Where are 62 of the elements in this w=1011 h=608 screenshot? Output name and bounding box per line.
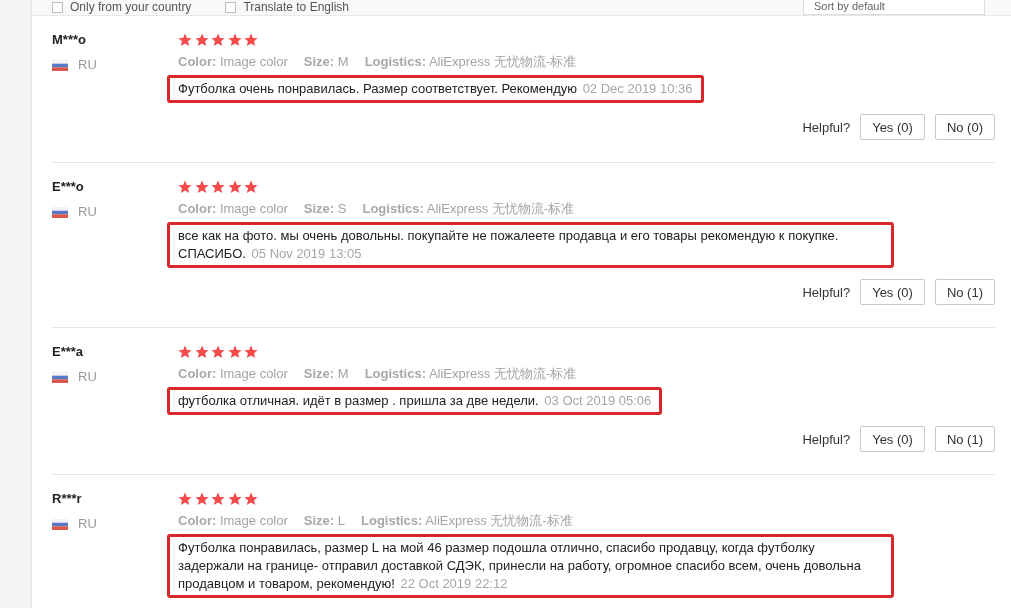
reviewer-name: E***o [52, 179, 85, 195]
order-attribute: Size: M [303, 53, 349, 71]
checkbox-label[interactable]: Translate to English [243, 0, 349, 15]
review-text: все как на фото. мы очень довольны. покупайте не пожалеете продавца и его товары рекомендую к покупке. СПАСИБО. 05 Nov 2019 13:05 [178, 227, 840, 263]
order-attribute: Logistics: AliExpress 无忧物流-标准 [364, 53, 577, 71]
sort-dropdown[interactable]: Sort by default [803, 0, 985, 15]
yes-vote-button[interactable]: Yes (0) [860, 426, 925, 452]
country-code: RU [78, 369, 97, 385]
flag-icon [52, 518, 68, 530]
review-text: Футболка очень понравилась. Размер соответствует. Рекомендую 02 Dec 2019 10:36 [178, 80, 693, 98]
star-icon [211, 345, 225, 359]
star-icon [194, 492, 209, 506]
reviewer-name: E***a [52, 344, 85, 360]
yes-vote-button[interactable]: Yes (0) [860, 279, 925, 305]
helpful-label: Helpful? [802, 284, 851, 300]
star-icon [227, 492, 242, 506]
order-attribute: Size: M [303, 365, 349, 383]
star-icon [194, 33, 209, 47]
flag-icon [52, 371, 68, 383]
order-attribute: Color: Image color [178, 53, 288, 71]
order-attribute: Color: Image color [178, 365, 288, 383]
flag-icon [52, 206, 68, 218]
order-attribute: Size: S [303, 200, 347, 218]
star-icon [244, 492, 258, 506]
checkbox-label[interactable]: Only from your country [70, 0, 192, 15]
no-vote-button[interactable]: No (1) [934, 279, 995, 305]
reviewer-name: R***r [52, 491, 83, 507]
reviewer-name: M***o [52, 32, 87, 48]
no-vote-button[interactable]: No (1) [934, 426, 995, 452]
star-icon [244, 345, 258, 359]
star-icon [244, 180, 258, 194]
star-icon [178, 492, 192, 506]
star-icon [178, 345, 192, 359]
order-attribute: Color: Image color [178, 200, 288, 218]
star-icon [211, 180, 225, 194]
order-attribute: Logistics: AliExpress 无忧物流-标准 [362, 200, 575, 218]
star-icon [244, 33, 258, 47]
checkbox[interactable] [225, 2, 237, 13]
star-icon [194, 345, 209, 359]
order-attribute: Color: Image color [178, 512, 288, 530]
flag-icon [52, 59, 68, 71]
star-icon [178, 180, 192, 194]
order-attribute: Logistics: AliExpress 无忧物流-标准 [364, 365, 577, 383]
star-icon [211, 33, 225, 47]
helpful-label: Helpful? [802, 119, 851, 135]
star-icon [227, 345, 242, 359]
review-text: футболка отличная. идёт в размер . пришла за две недели. 03 Oct 2019 05:06 [178, 392, 652, 410]
star-icon [178, 33, 192, 47]
order-attribute: Size: L [303, 512, 345, 530]
review-text: Футболка понравилась, размер L на мой 46 размер подошла отлично, спасибо продавцу, когда футболку задержали на границе- отправил доставкой СДЭК, принесли на работу, огромное спасибо всем, очень довольна продавцом и товаром, рекомендую! 22 Oct 2019 22:12 [178, 539, 862, 593]
star-icon [211, 492, 225, 506]
star-icon [227, 33, 242, 47]
order-attribute: Logistics: AliExpress 无忧物流-标准 [361, 512, 573, 530]
no-vote-button[interactable]: No (0) [934, 114, 995, 140]
checkbox[interactable] [52, 2, 63, 13]
country-code: RU [78, 57, 97, 73]
country-code: RU [78, 204, 97, 220]
helpful-label: Helpful? [802, 431, 851, 447]
star-icon [227, 180, 242, 194]
yes-vote-button[interactable]: Yes (0) [860, 114, 925, 140]
country-code: RU [78, 516, 97, 532]
star-icon [194, 180, 209, 194]
